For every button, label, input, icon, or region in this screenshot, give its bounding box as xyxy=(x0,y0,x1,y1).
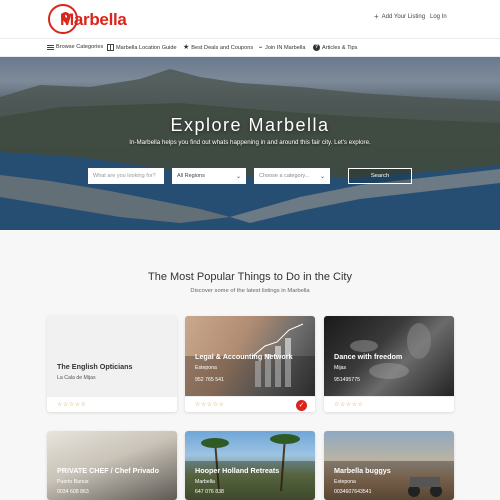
nav-browse-categories[interactable]: Browse Categories xyxy=(47,44,103,50)
star-icon: ★ xyxy=(183,44,190,51)
listing-location: La Cala de Mijas xyxy=(57,375,96,381)
logo-text: Marbella xyxy=(60,10,127,29)
nav-articles[interactable]: ? Articles & Tips xyxy=(313,44,357,51)
rating-stars-icon: ☆☆☆☆☆ xyxy=(195,402,225,408)
region-select-value: All Regions xyxy=(177,173,205,179)
add-listing-link[interactable]: + Add Your Listing xyxy=(374,12,426,21)
chevron-down-icon: ⌄ xyxy=(319,173,325,180)
hero-subtitle: In-Marbella helps you find out whats hap… xyxy=(129,139,371,146)
listing-card[interactable]: Dance with freedom Mijas 951495775 ☆☆☆☆☆ xyxy=(324,316,454,412)
listing-title: Legal & Accounting Network xyxy=(195,352,293,361)
list-icon xyxy=(47,45,54,50)
nav-location-guide[interactable]: Marbella Location Guide xyxy=(107,44,177,51)
chevron-down-icon: ⌄ xyxy=(235,173,241,180)
listing-card[interactable]: PRIVATE CHEF / Chef Privado Puerto Banus… xyxy=(47,431,177,500)
section-title: The Most Popular Things to Do in the Cit… xyxy=(147,271,352,283)
site-logo[interactable]: Marbella xyxy=(48,4,134,34)
nav-label: Marbella Location Guide xyxy=(116,44,177,51)
site-header: Marbella + Add Your Listing Log In xyxy=(0,0,500,38)
hero-title: Explore Marbella xyxy=(170,115,330,135)
nav-deals[interactable]: ★ Best Deals and Coupons xyxy=(183,44,253,51)
listing-footer: ☆☆☆☆☆ xyxy=(324,396,454,412)
chevron-icon: ⌄ xyxy=(256,44,265,50)
listing-location: Estepona xyxy=(195,365,217,371)
question-icon: ? xyxy=(313,44,320,51)
listing-phone: 952 765 541 xyxy=(195,377,224,383)
listing-phone: 0034607643541 xyxy=(334,489,372,495)
listing-location: Marbella xyxy=(195,479,215,485)
listing-title: Hooper Holland Retreats xyxy=(195,466,280,475)
nav-label: Best Deals and Coupons xyxy=(191,44,254,51)
listing-phone: 0034 608 863 xyxy=(57,489,89,495)
category-select[interactable]: Choose a category... ⌄ xyxy=(254,168,330,184)
nav-label: Join IN Marbella xyxy=(265,44,306,51)
listing-title: The English Opticians xyxy=(57,362,133,371)
listing-phone: 647 076 838 xyxy=(195,489,224,495)
listing-footer: ☆☆☆☆☆ xyxy=(47,396,177,412)
listing-title: PRIVATE CHEF / Chef Privado xyxy=(57,466,159,475)
listing-card[interactable]: Marbella buggys Estepona 0034607643541 xyxy=(324,431,454,500)
popular-section: The Most Popular Things to Do in the Cit… xyxy=(0,230,500,500)
rating-stars-icon: ☆☆☆☆☆ xyxy=(334,402,364,408)
region-select[interactable]: All Regions ⌄ xyxy=(172,168,246,184)
listing-location: Puerto Banus xyxy=(57,479,89,485)
map-icon xyxy=(107,44,114,51)
listing-location: Mijas xyxy=(334,365,347,371)
nav-join[interactable]: ⌄ Join IN Marbella xyxy=(256,44,306,51)
listing-title: Dance with freedom xyxy=(334,352,403,361)
add-listing-label: Add Your Listing xyxy=(381,14,426,20)
listing-card[interactable]: Legal & Accounting Network Estepona 952 … xyxy=(185,316,315,412)
listing-title: Marbella buggys xyxy=(334,466,391,475)
listing-footer: ☆☆☆☆☆ ✓ xyxy=(185,396,315,412)
main-nav: Browse Categories Marbella Location Guid… xyxy=(0,38,500,57)
listing-phone: 951495775 xyxy=(334,377,360,383)
nav-label: Browse Categories xyxy=(56,44,104,50)
listing-image-placeholder xyxy=(47,316,177,396)
listing-location: Estepona xyxy=(334,479,356,485)
category-select-value: Choose a category... xyxy=(259,173,310,179)
verified-check-icon: ✓ xyxy=(296,400,307,411)
search-button[interactable]: Search xyxy=(348,168,412,184)
listing-card[interactable]: The English Opticians La Cala de Mijas ☆… xyxy=(47,316,177,412)
listing-card[interactable]: Hooper Holland Retreats Marbella 647 076… xyxy=(185,431,315,500)
section-subtitle: Discover some of the latest listings in … xyxy=(190,288,310,294)
rating-stars-icon: ☆☆☆☆☆ xyxy=(57,402,87,408)
search-input[interactable]: What are you looking for? xyxy=(88,168,164,184)
plus-icon: + xyxy=(374,12,379,21)
nav-label: Articles & Tips xyxy=(322,44,358,51)
hero-banner: Explore Marbella In-Marbella helps you f… xyxy=(0,57,500,230)
login-link[interactable]: Log In xyxy=(430,14,447,20)
